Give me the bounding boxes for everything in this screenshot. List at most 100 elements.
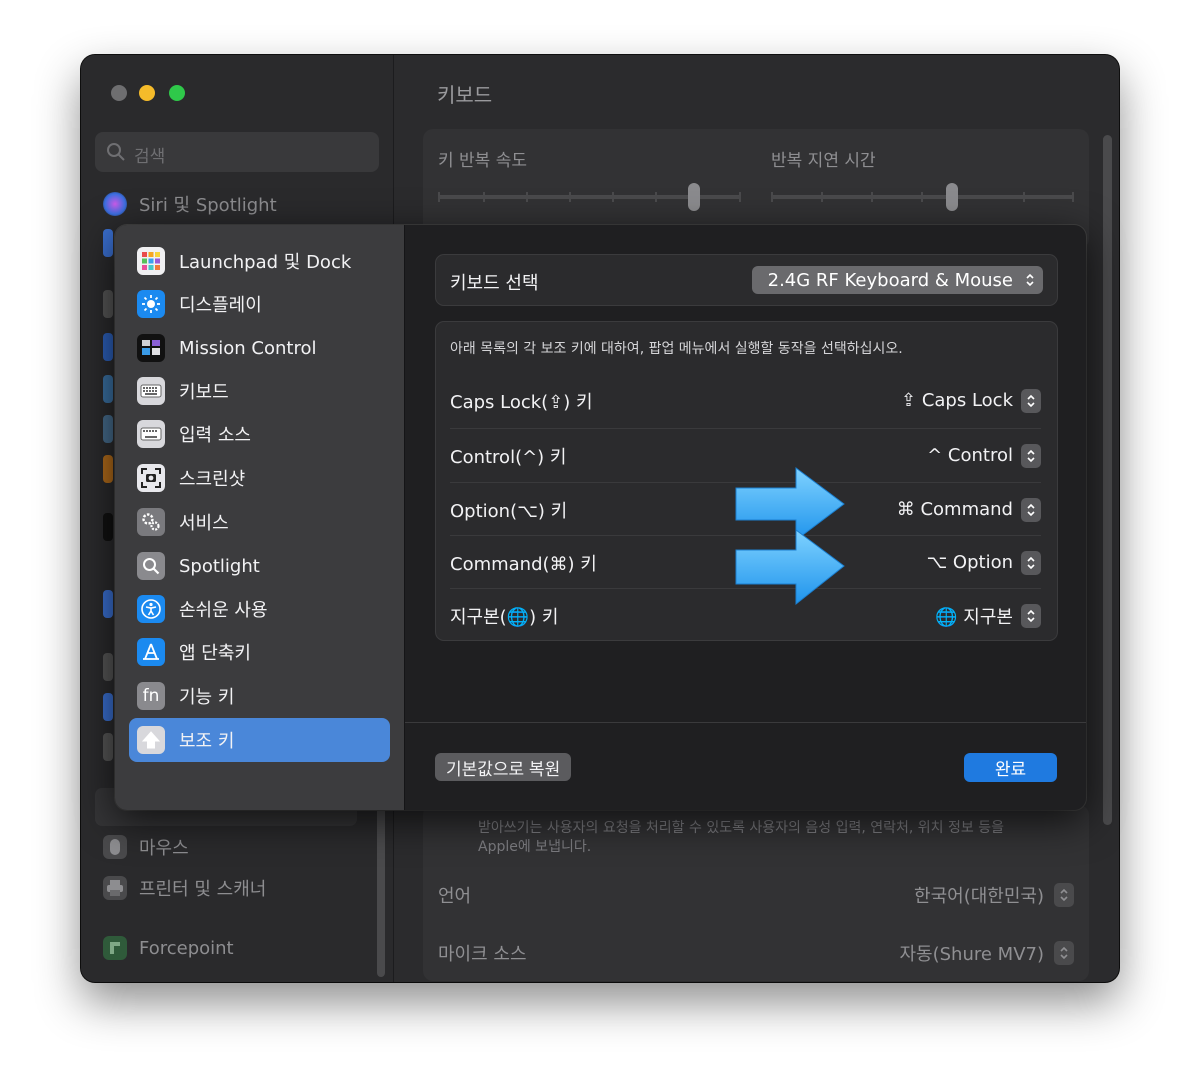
repeat-delay-knob[interactable] [946, 183, 958, 211]
footer-divider [405, 722, 1086, 723]
spotlight-icon [137, 552, 165, 580]
sidebar-item-mouse[interactable]: 마우스 [103, 831, 189, 863]
modifier-popup[interactable]: ⇪ Caps Lock [901, 388, 1041, 413]
minimize-button[interactable] [139, 85, 155, 101]
slider-tick [739, 192, 741, 202]
modifier-popup[interactable]: ^ Control [927, 443, 1041, 468]
modifier-value: ⌥ Option [926, 552, 1013, 573]
sheet-item-screenshot[interactable]: 스크린샷 [129, 457, 390, 499]
screenshot-icon [137, 464, 165, 492]
sheet-item-label: 손쉬운 사용 [179, 600, 268, 621]
search-icon [107, 143, 125, 161]
modifier-key-label: Command(⌘) 키 [450, 553, 597, 575]
sheet-item-label: 서비스 [179, 513, 229, 534]
sidebar-icon-partial [103, 693, 113, 721]
launchpad-icon [137, 247, 165, 275]
modifier-value: ^ Control [927, 445, 1013, 466]
sheet-item-display[interactable]: 디스플레이 [129, 283, 390, 325]
accessibility-icon [137, 595, 165, 623]
mic-popup-stepper[interactable] [1054, 941, 1074, 965]
sidebar-item-siri[interactable]: Siri 및 Spotlight [103, 188, 277, 220]
search-field[interactable]: 검색 [95, 132, 379, 172]
repeat-delay-label: 반복 지연 시간 [771, 151, 876, 171]
language-row: 언어 한국어(대한민국) [438, 875, 1074, 915]
sidebar-icon-partial [103, 415, 113, 443]
key-repeat-label: 키 반복 속도 [438, 151, 528, 171]
main-scrollbar[interactable] [1103, 135, 1112, 825]
language-popup-stepper[interactable] [1054, 883, 1074, 907]
sheet-item-accessibility[interactable]: 손쉬운 사용 [129, 588, 390, 630]
siri-icon [103, 192, 127, 216]
sheet-sidebar: Launchpad 및 Dock 디스플레이 Mission Control 키… [115, 225, 405, 810]
arrow-icon [735, 529, 845, 606]
slider-tick [921, 192, 923, 202]
sidebar-icon-partial [103, 733, 113, 761]
chevron-updown-icon [1021, 603, 1041, 628]
mic-row: 마이크 소스 자동(Shure MV7) [438, 933, 1074, 973]
done-button[interactable]: 완료 [964, 753, 1057, 782]
modifier-value: 🌐 지구본 [935, 606, 1013, 628]
sheet-item-keyboard[interactable]: 키보드 [129, 370, 390, 412]
sheet-item-services[interactable]: 서비스 [129, 501, 390, 543]
keyboard-select-popup[interactable]: 2.4G RF Keyboard & Mouse [751, 266, 1043, 294]
sheet-item-modifier-keys[interactable]: 보조 키 [129, 718, 390, 762]
sheet-item-input-sources[interactable]: 입력 소스 [129, 413, 390, 455]
modifier-value: ⇪ Caps Lock [901, 390, 1013, 411]
modifier-popup[interactable]: ⌥ Option [926, 550, 1041, 575]
slider-tick [655, 192, 657, 202]
restore-defaults-button[interactable]: 기본값으로 복원 [435, 753, 572, 781]
forcepoint-icon [103, 936, 127, 960]
chevron-updown-icon [1021, 388, 1041, 413]
arrow-icon [735, 467, 845, 541]
mic-label: 마이크 소스 [438, 944, 527, 965]
input-source-icon [137, 420, 165, 448]
chevron-updown-icon [1060, 946, 1068, 960]
sidebar-item-label: 마우스 [139, 838, 189, 859]
page-title: 키보드 [437, 83, 493, 107]
slider-tick [483, 192, 485, 202]
modifier-key-label: Caps Lock(⇪) 키 [450, 391, 593, 413]
sidebar-icon-partial [103, 375, 113, 403]
keyboard-select-value: 2.4G RF Keyboard & Mouse [767, 269, 1013, 291]
sheet-item-spotlight[interactable]: Spotlight [129, 545, 390, 587]
sheet-item-launchpad[interactable]: Launchpad 및 Dock [129, 240, 390, 282]
sidebar-item-label: Siri 및 Spotlight [139, 195, 277, 216]
chevron-updown-icon [1023, 270, 1037, 290]
sheet-item-label: 디스플레이 [179, 295, 262, 316]
modifier-popup[interactable]: 🌐 지구본 [935, 603, 1041, 629]
services-icon [137, 508, 165, 536]
sheet-item-label: 보조 키 [179, 731, 235, 752]
modifier-keys-sheet: Launchpad 및 Dock 디스플레이 Mission Control 키… [115, 225, 1086, 810]
sheet-item-mission-control[interactable]: Mission Control [129, 327, 390, 369]
sheet-item-label: Mission Control [179, 337, 317, 359]
sheet-item-label: 기능 키 [179, 687, 235, 708]
modifier-popup[interactable]: ⌘ Command [897, 497, 1041, 522]
sheet-item-label: Launchpad 및 Dock [179, 252, 352, 273]
chevron-updown-icon [1021, 497, 1041, 522]
language-label: 언어 [438, 886, 472, 907]
slider-tick [821, 192, 823, 202]
sheet-item-label: 앱 단축키 [179, 643, 251, 664]
slider-tick [612, 192, 614, 202]
keyboard-select-row: 키보드 선택 2.4G RF Keyboard & Mouse [435, 254, 1058, 306]
sheet-item-label: 스크린샷 [179, 469, 246, 490]
sheet-item-function-keys[interactable]: fn 기능 키 [129, 675, 390, 717]
dictation-note: 받아쓰기는 사용자의 요청을 처리할 수 있도록 사용자의 음성 입력, 연락처… [478, 820, 1004, 836]
mission-control-icon [137, 334, 165, 362]
sidebar-icon-partial [103, 590, 113, 618]
modifier-key-label: Control(^) 키 [450, 446, 567, 468]
zoom-button[interactable] [169, 85, 185, 101]
close-button[interactable] [111, 85, 127, 101]
chevron-updown-icon [1060, 888, 1068, 902]
sidebar-item-forcepoint[interactable]: Forcepoint [103, 932, 234, 964]
display-icon [137, 290, 165, 318]
slider-tick [1072, 192, 1074, 202]
language-value: 한국어(대한민국) [914, 886, 1044, 907]
sidebar-item-printers[interactable]: 프린터 및 스캐너 [103, 872, 266, 904]
sidebar-icon-partial [103, 333, 113, 361]
dictation-card: 받아쓰기는 사용자의 요청을 처리할 수 있도록 사용자의 음성 입력, 연락처… [423, 805, 1089, 981]
key-repeat-knob[interactable] [688, 183, 700, 211]
sheet-item-app-shortcuts[interactable]: 앱 단축키 [129, 631, 390, 673]
mic-value: 자동(Shure MV7) [899, 944, 1044, 965]
chevron-updown-icon [1021, 443, 1041, 468]
